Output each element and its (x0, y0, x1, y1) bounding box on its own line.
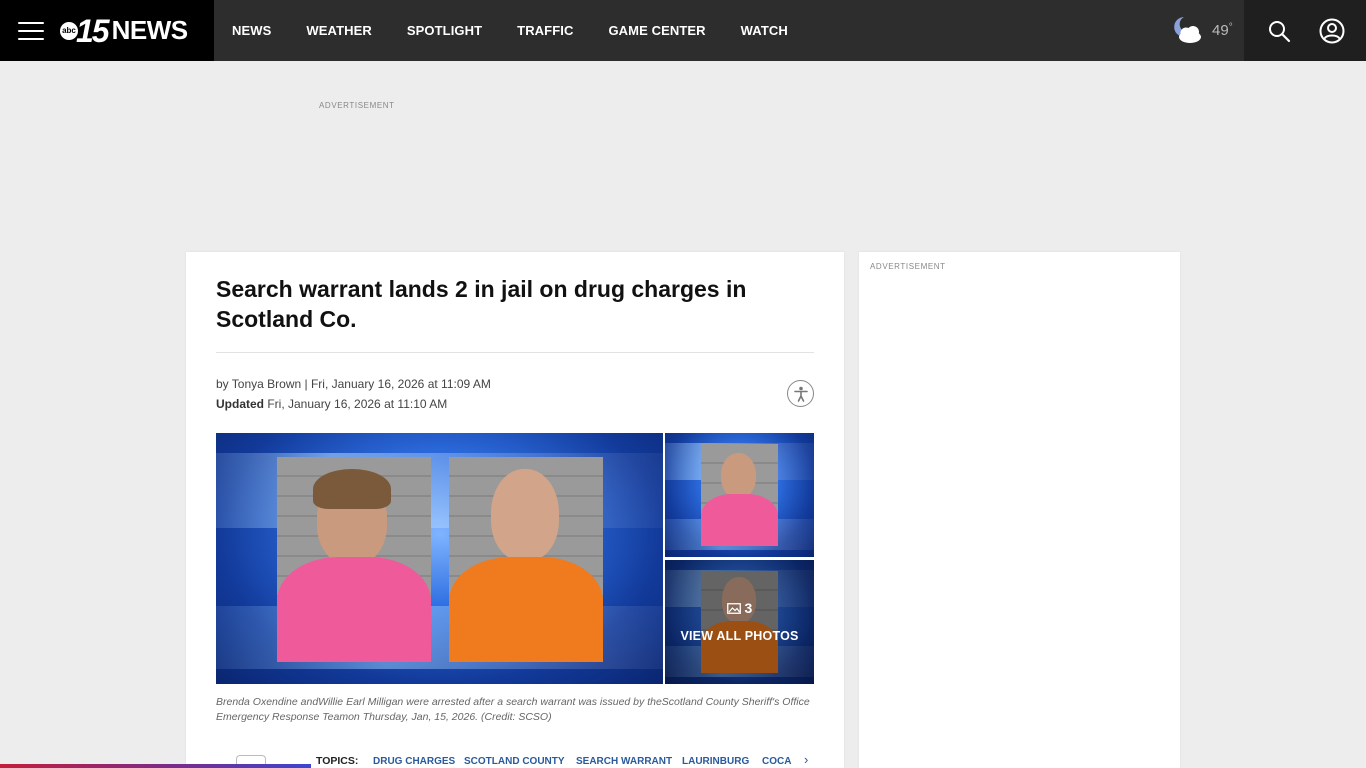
weather-widget[interactable]: 49° (1172, 15, 1233, 45)
photo-count: 3 (665, 600, 814, 616)
header-actions (1244, 0, 1366, 61)
topic-link[interactable]: LAURINBURG (682, 756, 749, 767)
nav-news[interactable]: NEWS (232, 23, 271, 38)
brand-area: abc 15 NEWS (0, 0, 214, 61)
article-headline: Search warrant lands 2 in jail on drug c… (216, 276, 747, 332)
nav-game-center[interactable]: GAME CENTER (608, 23, 705, 38)
topic-link[interactable]: SEARCH WARRANT (576, 756, 672, 767)
gallery-thumb-1[interactable] (665, 433, 814, 557)
photo-gallery: 3 VIEW ALL PHOTOS (216, 433, 814, 684)
temperature: 49° (1212, 21, 1233, 39)
divider (216, 352, 814, 353)
site-logo[interactable]: abc 15 NEWS (60, 15, 188, 47)
menu-icon[interactable] (18, 21, 44, 40)
reading-progress-bar (0, 764, 311, 768)
article-card: Search warrant lands 2 in jail on drug c… (186, 252, 844, 768)
nav-watch[interactable]: WATCH (741, 23, 788, 38)
chevron-right-icon[interactable]: › (804, 752, 808, 767)
topics-label: TOPICS: (316, 755, 359, 767)
byline: by Tonya Brown | Fri, January 16, 2026 a… (216, 374, 491, 414)
view-all-photos-button[interactable]: VIEW ALL PHOTOS (665, 629, 814, 643)
sidebar-ad-label: ADVERTISEMENT (870, 262, 946, 271)
topic-link[interactable]: DRUG CHARGES (373, 756, 455, 767)
byline-published: by Tonya Brown | Fri, January 16, 2026 a… (216, 377, 491, 391)
author-name[interactable]: Tonya Brown (232, 377, 301, 391)
account-icon[interactable] (1317, 16, 1347, 46)
byline-updated: Updated Fri, January 16, 2026 at 11:10 A… (216, 397, 448, 411)
gallery-main-photo[interactable] (216, 433, 663, 684)
nav-traffic[interactable]: TRAFFIC (517, 23, 573, 38)
sidebar-ad: ADVERTISEMENT (859, 252, 1180, 768)
image-icon (726, 603, 741, 614)
gallery-thumb-view-all[interactable]: 3 VIEW ALL PHOTOS (665, 560, 814, 684)
nav-spotlight[interactable]: SPOTLIGHT (407, 23, 482, 38)
partly-cloudy-night-icon (1174, 17, 1201, 43)
thumb-mugshot (701, 444, 778, 546)
logo-number: 15 (76, 12, 110, 49)
logo-text: NEWS (111, 15, 189, 45)
topic-link[interactable]: COCA (762, 756, 792, 767)
logo-abc: abc (60, 21, 78, 40)
topic-link[interactable]: SCOTLAND COUNTY (464, 756, 565, 767)
main-nav: NEWS WEATHER SPOTLIGHT TRAFFIC GAME CENT… (232, 0, 823, 61)
mugshot-right (449, 457, 603, 662)
nav-weather[interactable]: WEATHER (306, 23, 371, 38)
accessibility-icon[interactable] (787, 380, 814, 407)
search-icon[interactable] (1264, 16, 1294, 46)
photo-caption: Brenda Oxendine andWillie Earl Milligan … (216, 696, 810, 723)
mugshot-left (277, 457, 431, 662)
site-header: abc 15 NEWS NEWS WEATHER SPOTLIGHT TRAFF… (0, 0, 1366, 61)
top-ad-label: ADVERTISEMENT (319, 101, 395, 110)
